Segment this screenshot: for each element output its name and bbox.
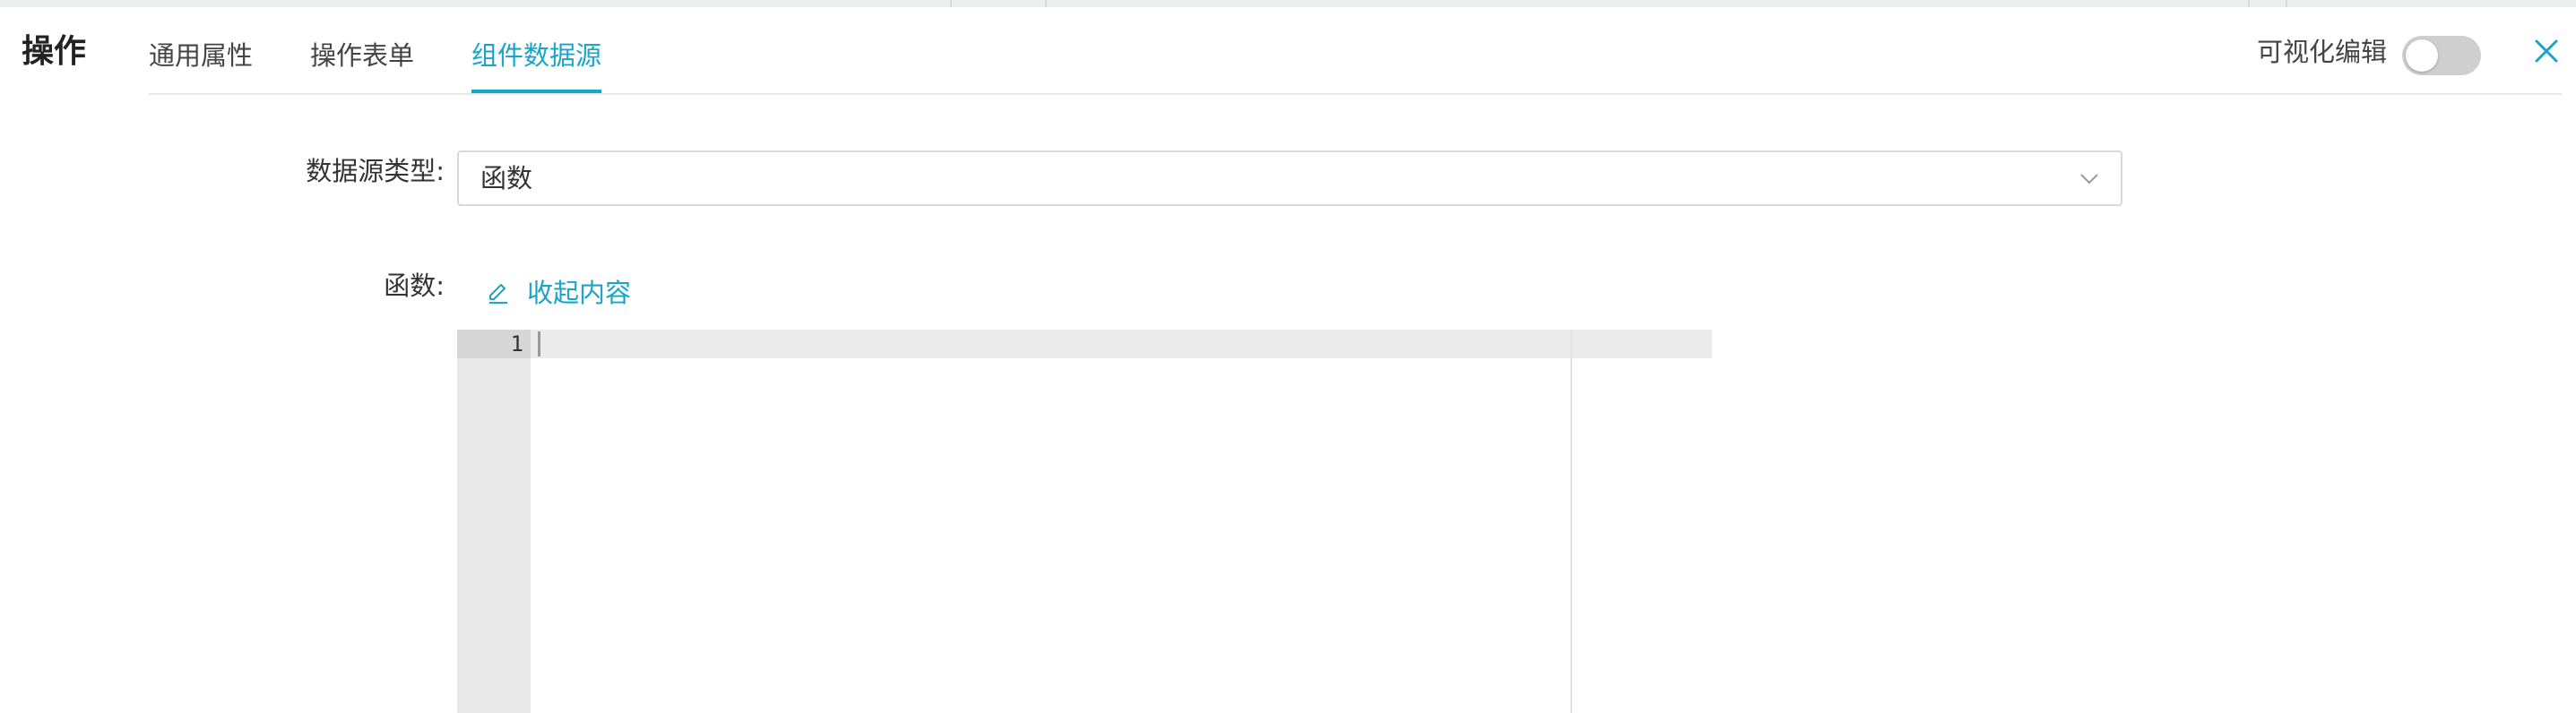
page: 操作 通用属性 操作表单 组件数据源 可视化编辑 数据源类型: 函数 函数: 收…: [0, 0, 2576, 713]
line-number: 1: [510, 331, 523, 356]
edit-icon: [489, 284, 507, 304]
tab-general-properties[interactable]: 通用属性: [149, 14, 253, 93]
tab-component-datasource[interactable]: 组件数据源: [471, 14, 602, 93]
editor-gutter: [457, 330, 531, 713]
operation-drawer: 操作 通用属性 操作表单 组件数据源 可视化编辑 数据源类型: 函数 函数: 收…: [0, 7, 2576, 713]
chevron-down-icon: [2080, 174, 2098, 185]
text-cursor: [538, 331, 540, 356]
close-button[interactable]: [2533, 38, 2560, 64]
datasource-type-value: 函数: [480, 163, 533, 193]
function-label: 函数:: [384, 271, 445, 301]
tab-divider: [149, 93, 2562, 95]
close-icon: [2535, 39, 2558, 63]
visual-edit-toggle[interactable]: [2402, 36, 2481, 75]
collapse-content-link[interactable]: 收起内容: [486, 275, 631, 311]
toggle-knob: [2406, 39, 2438, 72]
background-divider: [2248, 0, 2250, 7]
tab-bar: 通用属性 操作表单 组件数据源: [149, 14, 659, 93]
datasource-type-select[interactable]: 函数: [457, 150, 2122, 206]
tab-operation-form[interactable]: 操作表单: [310, 14, 414, 93]
datasource-type-label: 数据源类型:: [306, 156, 445, 186]
active-line-highlight: [457, 330, 1712, 358]
code-editor[interactable]: 1: [457, 330, 1712, 713]
background-divider: [950, 0, 952, 7]
visual-edit-label: 可视化编辑: [2257, 37, 2388, 67]
background-divider: [2286, 0, 2287, 7]
drawer-title: 操作: [22, 33, 87, 70]
background-divider: [1045, 0, 1047, 7]
collapse-content-label: 收起内容: [527, 278, 632, 308]
background-page-strip: [0, 0, 2576, 7]
print-margin: [1570, 330, 1572, 713]
